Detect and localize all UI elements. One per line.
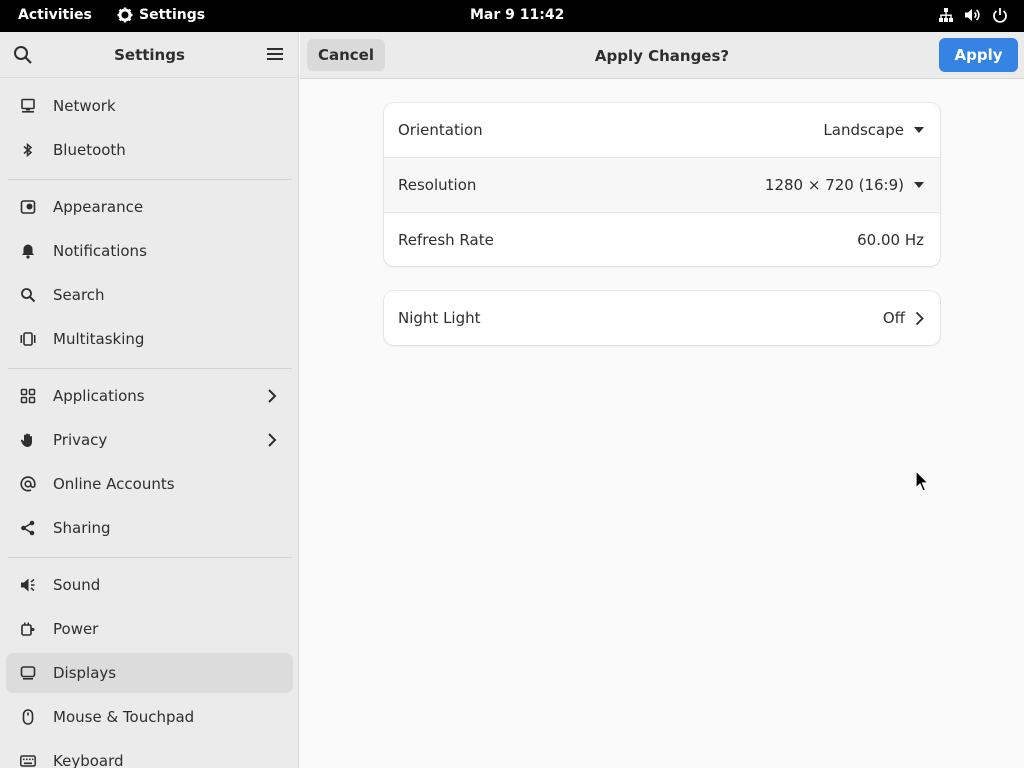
search-icon (19, 286, 37, 304)
sidebar-item-label: Sound (53, 576, 101, 594)
sidebar-item-label: Displays (53, 664, 117, 682)
sidebar-item-privacy[interactable]: Privacy (6, 420, 293, 460)
sidebar-item-multitasking[interactable]: Multitasking (6, 319, 293, 359)
sidebar-item-label: Appearance (53, 198, 144, 216)
network-icon (19, 97, 37, 115)
sidebar-item-keyboard[interactable]: Keyboard (6, 741, 293, 768)
network-icon (939, 8, 953, 22)
sidebar-item-online-accounts[interactable]: Online Accounts (6, 464, 293, 504)
dropdown-arrow-icon (914, 182, 924, 188)
clock[interactable]: Mar 9 11:42 (470, 7, 564, 23)
resolution-label: Resolution (398, 176, 477, 194)
page-title: Apply Changes? (594, 47, 730, 65)
sidebar-separator (8, 368, 292, 369)
bluetooth-icon (19, 141, 37, 159)
sidebar-item-label: Online Accounts (53, 475, 175, 493)
refresh-rate-value: 60.00 Hz (857, 230, 924, 249)
hamburger-menu-icon[interactable] (266, 46, 284, 62)
refresh-rate-label: Refresh Rate (398, 230, 494, 249)
sidebar-title: Settings (114, 46, 185, 64)
volume-icon (965, 9, 980, 21)
orientation-label: Orientation (398, 121, 483, 139)
activities-button[interactable]: Activities (18, 7, 92, 23)
night-light-value: Off (882, 309, 905, 327)
orientation-row[interactable]: Orientation Landscape (384, 103, 940, 158)
sidebar-header: Settings (0, 32, 298, 78)
refresh-rate-row: Refresh Rate 60.00 Hz (384, 213, 940, 266)
sidebar-item-label: Mouse & Touchpad (53, 708, 195, 726)
resolution-dropdown[interactable]: 1280 × 720 (16:9) (765, 176, 924, 194)
hand-icon (19, 431, 37, 449)
chevron-right-icon (268, 433, 277, 447)
sidebar-item-mouse-touchpad[interactable]: Mouse & Touchpad (6, 697, 293, 737)
night-light-status: Off (883, 309, 924, 327)
sidebar-item-power[interactable]: Power (6, 609, 293, 649)
apps-grid-icon (19, 387, 37, 405)
dialog-headerbar: Cancel Apply Changes? Apply (300, 32, 1024, 79)
sidebar-item-label: Power (53, 620, 99, 638)
multitasking-icon (19, 330, 37, 348)
sidebar-item-label: Sharing (53, 519, 111, 537)
chevron-right-icon (268, 389, 277, 403)
chevron-right-icon (915, 311, 924, 325)
at-icon (19, 475, 37, 493)
share-icon (19, 519, 37, 537)
top-bar: Activities Settings Mar 9 11:42 (0, 0, 1024, 32)
gear-icon (117, 7, 133, 23)
sidebar-item-label: Bluetooth (53, 141, 126, 159)
sidebar-separator (8, 179, 292, 180)
appearance-icon (19, 198, 37, 216)
sidebar-separator (8, 557, 292, 558)
app-menu[interactable]: Settings (117, 7, 205, 23)
dropdown-arrow-icon (914, 127, 924, 133)
system-tray[interactable] (938, 7, 1008, 23)
sidebar-item-sound[interactable]: Sound (6, 565, 293, 605)
sidebar-item-appearance[interactable]: Appearance (6, 187, 293, 227)
apply-button[interactable]: Apply (939, 38, 1018, 72)
sidebar-item-label: Multitasking (53, 330, 145, 348)
sidebar-item-label: Search (53, 286, 105, 304)
sidebar-item-search[interactable]: Search (6, 275, 293, 315)
sidebar-item-bluetooth[interactable]: Bluetooth (6, 130, 293, 170)
sidebar-item-displays[interactable]: Displays (6, 653, 293, 693)
power-plug-icon (19, 620, 37, 638)
sidebar-item-applications[interactable]: Applications (6, 376, 293, 416)
bell-icon (19, 242, 37, 260)
sidebar: Settings Network Bluetooth Appearance No… (0, 32, 299, 768)
display-settings-card: Orientation Landscape Resolution 1280 × … (384, 103, 940, 266)
keyboard-icon (19, 752, 37, 768)
resolution-row[interactable]: Resolution 1280 × 720 (16:9) (384, 158, 940, 213)
speaker-icon (19, 576, 37, 594)
mouse-pointer-icon (915, 470, 929, 492)
sidebar-item-label: Keyboard (53, 752, 124, 768)
sidebar-item-label: Network (53, 97, 116, 115)
sidebar-item-label: Privacy (53, 431, 108, 449)
mouse-icon (19, 708, 37, 726)
app-menu-label: Settings (139, 7, 206, 23)
orientation-dropdown[interactable]: Landscape (823, 121, 924, 139)
sidebar-item-label: Notifications (53, 242, 147, 260)
night-light-row[interactable]: Night Light Off (384, 291, 940, 345)
display-icon (19, 664, 37, 682)
night-light-card: Night Light Off (384, 291, 940, 345)
orientation-value: Landscape (823, 121, 904, 139)
night-light-label: Night Light (398, 309, 481, 327)
sidebar-item-network[interactable]: Network (6, 86, 293, 126)
power-icon (993, 8, 1007, 23)
sidebar-item-label: Applications (53, 387, 145, 405)
resolution-value: 1280 × 720 (16:9) (764, 176, 904, 194)
sidebar-item-notifications[interactable]: Notifications (6, 231, 293, 271)
sidebar-item-sharing[interactable]: Sharing (6, 508, 293, 548)
